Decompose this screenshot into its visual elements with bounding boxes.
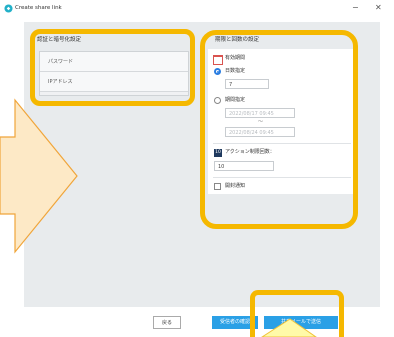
share-link-window: Create share link − ✕ 認証と暗号化設定 パスワード IPア… (0, 0, 394, 337)
pointer-arrow-icon (0, 98, 317, 337)
